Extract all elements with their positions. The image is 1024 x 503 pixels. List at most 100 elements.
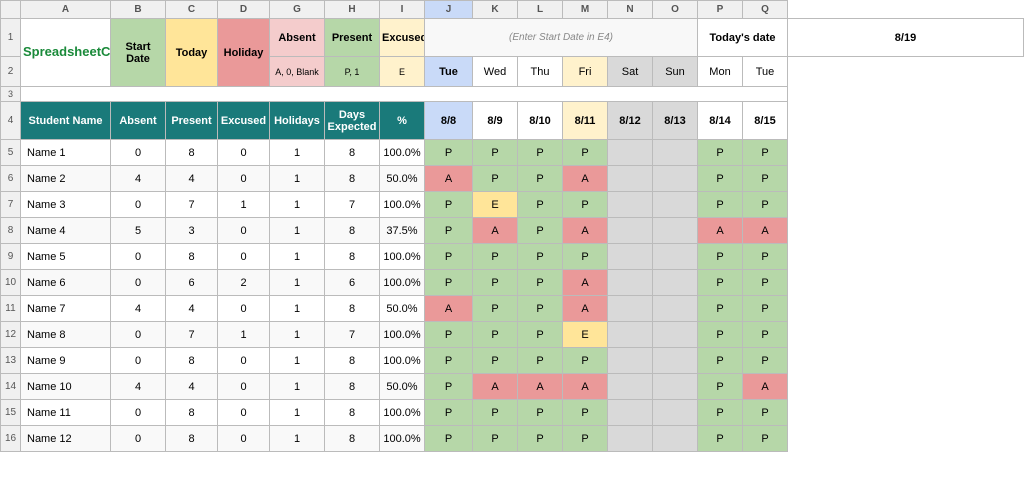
attendance-k: P — [473, 296, 518, 322]
attendance-q: A — [743, 218, 788, 244]
attendance-q: P — [743, 426, 788, 452]
row-1: 1 SpreadsheetClass.com Start Date Today … — [1, 19, 1024, 57]
table-row: 14Name 104401850.0%PAAAPA — [1, 374, 1024, 400]
excused-val: 1 — [218, 322, 270, 348]
start-date-label: Start Date — [125, 41, 150, 65]
attendance-j: P — [425, 270, 473, 296]
j-date: 8/8 — [441, 115, 456, 127]
todays-date-value: 8/19 — [895, 32, 916, 44]
col-n: N — [608, 1, 653, 19]
row-num-5: 5 — [1, 140, 21, 166]
absent-val: 5 — [111, 218, 166, 244]
days-expected-val: 7 — [325, 192, 380, 218]
present-val: 4 — [166, 374, 218, 400]
holidays-val: 1 — [270, 244, 325, 270]
attendance-p: P — [698, 244, 743, 270]
student-name: Name 1 — [21, 140, 111, 166]
attendance-l: P — [518, 270, 563, 296]
attendance-j: P — [425, 426, 473, 452]
days-expected-val: 8 — [325, 374, 380, 400]
table-row: 5Name 108018100.0%PPPPPP — [1, 140, 1024, 166]
table-row: 11Name 74401850.0%APPAPP — [1, 296, 1024, 322]
dow-o-cell: Sun — [653, 57, 698, 87]
holidays-val: 1 — [270, 400, 325, 426]
corner-cell — [1, 1, 21, 19]
excused-val: 0 — [218, 400, 270, 426]
present-val: 8 — [166, 348, 218, 374]
days-expected-val: 8 — [325, 348, 380, 374]
pct-header: % — [397, 115, 407, 127]
excused-val: 0 — [218, 374, 270, 400]
col-n-date-header: 8/12 — [608, 102, 653, 140]
holidays-header: Holidays — [274, 115, 320, 127]
attendance-m: E — [563, 322, 608, 348]
o-date: 8/13 — [664, 115, 685, 127]
attendance-m: A — [563, 166, 608, 192]
col-j-date-header: 8/8 — [425, 102, 473, 140]
today-cell: Today — [166, 19, 218, 87]
dow-p: Mon — [709, 66, 730, 78]
holidays-val: 1 — [270, 348, 325, 374]
attendance-k: A — [473, 218, 518, 244]
col-k: K — [473, 1, 518, 19]
attendance-j: P — [425, 400, 473, 426]
dow-k-cell: Wed — [473, 57, 518, 87]
holidays-val: 1 — [270, 296, 325, 322]
absent-sub: A, 0, Blank — [275, 67, 319, 77]
pct-val: 100.0% — [380, 322, 425, 348]
excused-val: 2 — [218, 270, 270, 296]
attendance-m: P — [563, 348, 608, 374]
table-row: 9Name 508018100.0%PPPPPP — [1, 244, 1024, 270]
pct-val: 50.0% — [380, 296, 425, 322]
attendance-p: P — [698, 374, 743, 400]
excused-cell: Excused — [380, 19, 425, 57]
row-num-8: 8 — [1, 218, 21, 244]
days-expected-val: 8 — [325, 244, 380, 270]
attendance-q: P — [743, 244, 788, 270]
attendance-n — [608, 374, 653, 400]
table-row: 16Name 1208018100.0%PPPPPP — [1, 426, 1024, 452]
row-num-13: 13 — [1, 348, 21, 374]
attendance-n — [608, 140, 653, 166]
row-num-7: 7 — [1, 192, 21, 218]
excused-val: 0 — [218, 244, 270, 270]
row-num-9: 9 — [1, 244, 21, 270]
attendance-k: E — [473, 192, 518, 218]
attendance-j: P — [425, 348, 473, 374]
col-absent-header: Absent — [111, 102, 166, 140]
absent-val: 0 — [111, 140, 166, 166]
excused-sub: E — [399, 67, 405, 77]
dow-n: Sat — [622, 66, 639, 78]
excused-val: 0 — [218, 218, 270, 244]
col-pct-header: % — [380, 102, 425, 140]
excused-val: 0 — [218, 140, 270, 166]
holidays-val: 1 — [270, 140, 325, 166]
attendance-o — [653, 426, 698, 452]
attendance-l: P — [518, 166, 563, 192]
attendance-q: A — [743, 374, 788, 400]
present-val: 8 — [166, 244, 218, 270]
attendance-n — [608, 322, 653, 348]
present-sub: P, 1 — [345, 67, 360, 77]
col-q-date-header: 8/15 — [743, 102, 788, 140]
p-date: 8/14 — [709, 115, 730, 127]
dow-o: Sun — [665, 66, 685, 78]
row-4: 4 Student Name Absent Present Excused Ho… — [1, 102, 1024, 140]
present-val: 4 — [166, 296, 218, 322]
table-row: 7Name 307117100.0%PEPPPP — [1, 192, 1024, 218]
student-name: Name 8 — [21, 322, 111, 348]
n-date: 8/12 — [619, 115, 640, 127]
absent-val: 0 — [111, 244, 166, 270]
student-name: Name 5 — [21, 244, 111, 270]
attendance-n — [608, 426, 653, 452]
holidays-val: 1 — [270, 218, 325, 244]
days-expected-val: 8 — [325, 296, 380, 322]
days-expected-val: 8 — [325, 218, 380, 244]
table-row: 8Name 45301837.5%PAPAAA — [1, 218, 1024, 244]
col-headers-row: A B C D G H I J K L M N O P Q — [1, 1, 1024, 19]
col-o-date-header: 8/13 — [653, 102, 698, 140]
excused-val: 0 — [218, 166, 270, 192]
col-h: H — [325, 1, 380, 19]
col-d: D — [218, 1, 270, 19]
col-present-header: Present — [166, 102, 218, 140]
